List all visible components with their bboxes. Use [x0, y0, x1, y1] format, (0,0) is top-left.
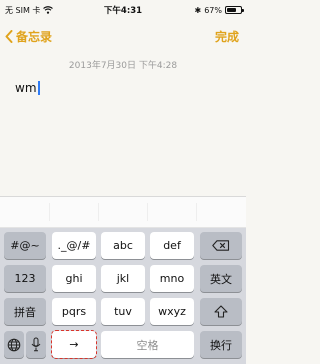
key-backspace[interactable] [200, 232, 242, 259]
back-button[interactable]: 备忘录 [5, 28, 52, 45]
note-text: wm [15, 81, 37, 95]
key-space[interactable]: 空格 [101, 331, 194, 358]
key-pqrs[interactable]: pqrs [52, 298, 96, 325]
key-globe[interactable] [4, 331, 24, 358]
key-wxyz[interactable]: wxyz [150, 298, 194, 325]
candidate-divider [147, 203, 148, 221]
key-next-cursor[interactable]: → [51, 330, 97, 359]
key-mno[interactable]: mno [150, 265, 194, 292]
status-right: ✱ 67% [194, 5, 244, 15]
battery-fill [227, 8, 236, 12]
key-symbols[interactable]: #@~ [4, 232, 46, 259]
carrier-label: 无 SIM 卡 [5, 5, 41, 15]
note-body[interactable]: wm [15, 81, 40, 95]
key-jkl[interactable]: jkl [101, 265, 145, 292]
keyboard: #@~ ._@/# abc def 123 ghi jkl mno 英文 拼音 … [0, 228, 246, 364]
done-button[interactable]: 完成 [215, 28, 239, 45]
microphone-icon [31, 337, 41, 352]
key-tuv[interactable]: tuv [101, 298, 145, 325]
backspace-icon [212, 240, 230, 251]
back-label: 备忘录 [16, 29, 53, 44]
nav-bar: 备忘录 完成 [0, 22, 246, 50]
chevron-left-icon [5, 29, 13, 43]
status-left: 无 SIM 卡 [5, 5, 54, 16]
candidate-divider [98, 203, 99, 221]
key-mic[interactable] [26, 331, 46, 358]
key-pinyin[interactable]: 拼音 [4, 298, 46, 325]
key-123[interactable]: 123 [4, 265, 46, 292]
candidate-bar[interactable] [0, 196, 246, 228]
battery-percent: 67% [204, 5, 222, 15]
key-def[interactable]: def [150, 232, 194, 259]
bluetooth-icon: ✱ [194, 5, 202, 15]
note-date: 2013年7月30日 下午4:28 [68, 61, 178, 71]
globe-icon [7, 338, 21, 351]
shift-icon [214, 305, 228, 318]
key-shift[interactable] [200, 298, 242, 325]
text-cursor [37, 81, 40, 95]
wifi-icon [43, 6, 54, 14]
candidate-divider [196, 203, 197, 221]
key-punctuation[interactable]: ._@/# [52, 232, 96, 259]
key-ghi[interactable]: ghi [52, 265, 96, 292]
key-english[interactable]: 英文 [200, 265, 242, 292]
battery-icon [225, 6, 244, 14]
key-abc[interactable]: abc [101, 232, 145, 259]
candidate-divider [49, 203, 50, 221]
key-return[interactable]: 换行 [200, 331, 242, 358]
status-bar: 无 SIM 卡 下午4:31 ✱ 67% [0, 0, 246, 20]
